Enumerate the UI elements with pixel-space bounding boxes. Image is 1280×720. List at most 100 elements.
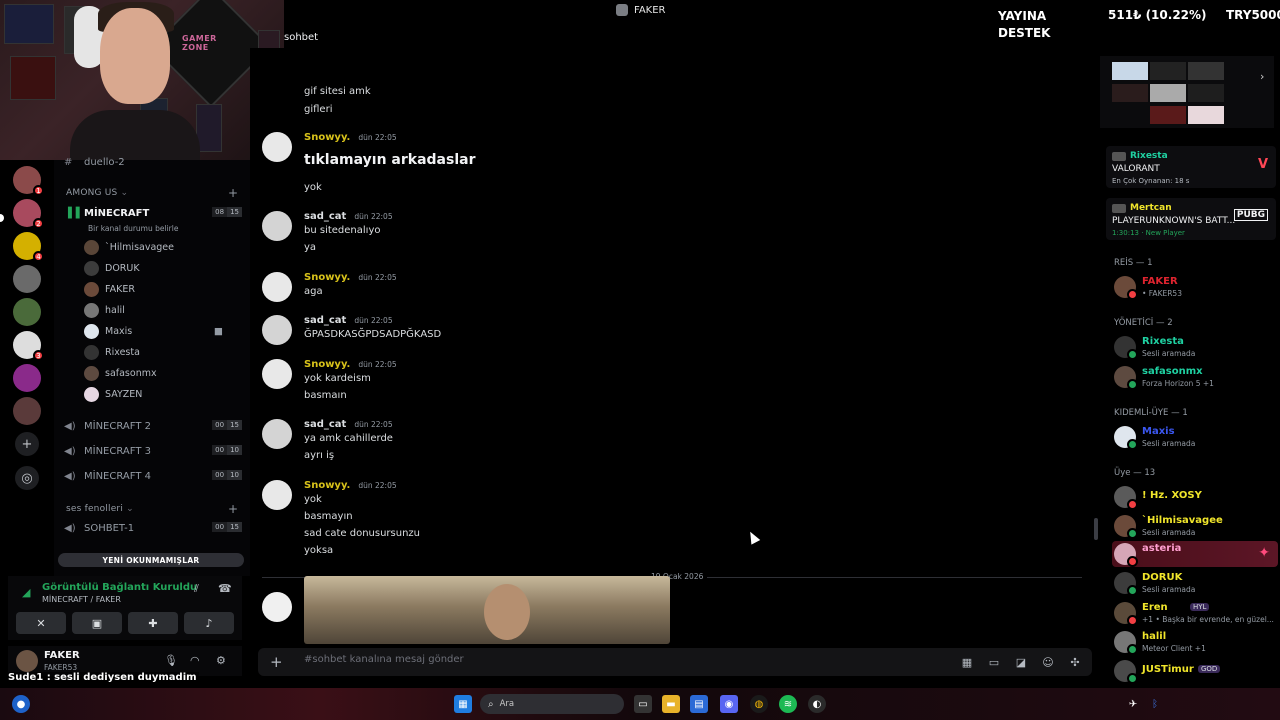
member-item[interactable]: Eren HYL +1 • Başka bir evrende, en güze…: [1112, 600, 1278, 626]
gear-icon[interactable]: ⚙: [216, 654, 226, 667]
voice-channel-minecraft-4[interactable]: ◀) MİNECRAFT 4 00 10: [64, 466, 242, 486]
voice-channel-sohbet-1[interactable]: ◀) SOHBET-1 00 15: [64, 518, 242, 538]
bluetooth-icon[interactable]: ᛒ: [1146, 695, 1164, 713]
member-item[interactable]: ! Hz. XOSY: [1112, 484, 1278, 510]
gift-icon[interactable]: ▦: [960, 655, 974, 669]
thumbnail[interactable]: [1150, 62, 1186, 80]
activity-card[interactable]: Rixesta VALORANT En Çok Oynanan: 18 s V: [1106, 146, 1276, 188]
voice-user[interactable]: safasonmx: [84, 366, 157, 381]
voice-user[interactable]: Rixesta: [84, 345, 140, 360]
avatar[interactable]: [262, 419, 292, 449]
thumbnail[interactable]: [1112, 62, 1148, 80]
message-input[interactable]: [304, 654, 904, 665]
chrome-icon[interactable]: ◍: [750, 695, 768, 713]
voice-status[interactable]: Görüntülü Bağlantı Kuruldu: [42, 582, 197, 593]
voice-channel-minecraft-3[interactable]: ◀) MİNECRAFT 3 00 10: [64, 441, 242, 461]
message-author[interactable]: Snowyy.: [304, 272, 350, 283]
add-attachment-icon[interactable]: +: [270, 653, 283, 671]
thumbnail[interactable]: [1112, 84, 1148, 102]
member-item[interactable]: asteria ✦: [1112, 541, 1278, 567]
member-item[interactable]: halil Meteor Client +1: [1112, 629, 1278, 655]
file-explorer-icon[interactable]: ▬: [662, 695, 680, 713]
member-item[interactable]: safasonmx Forza Horizon 5 +1: [1112, 364, 1278, 390]
store-icon[interactable]: ▤: [690, 695, 708, 713]
voice-user[interactable]: SAYZEN: [84, 387, 142, 402]
message-author[interactable]: Snowyy.: [304, 480, 350, 491]
spotify-icon[interactable]: ≋: [779, 695, 797, 713]
voice-user[interactable]: Maxis ■: [84, 324, 223, 339]
add-server-icon[interactable]: +: [15, 432, 39, 456]
server-icon[interactable]: 2: [13, 199, 44, 229]
channel-status[interactable]: Bir kanal durumu belirle: [88, 224, 178, 233]
activity-card[interactable]: Mertcan PLAYERUNKNOWN'S BATT... 1:30:13 …: [1106, 198, 1276, 240]
stream-thumbnails[interactable]: ›: [1094, 56, 1274, 128]
screen-share-button[interactable]: ▣: [72, 612, 122, 634]
avatar[interactable]: [262, 132, 292, 162]
gif-icon[interactable]: ▭: [987, 655, 1001, 669]
start-icon[interactable]: ▦: [454, 695, 472, 713]
avatar[interactable]: [262, 592, 292, 622]
sticker-icon[interactable]: ◪: [1014, 655, 1028, 669]
activities-button[interactable]: ✚: [128, 612, 178, 634]
server-icon[interactable]: 1: [13, 166, 44, 196]
taskbar-search[interactable]: ⌕ Ara: [480, 694, 624, 714]
server-icon[interactable]: 3: [13, 331, 44, 361]
add-channel-icon[interactable]: +: [228, 186, 238, 200]
headphones-icon[interactable]: ◠: [190, 654, 200, 667]
disconnect-icon[interactable]: ☎: [218, 582, 232, 595]
avatar[interactable]: [262, 315, 292, 345]
scrollbar-thumb[interactable]: [1094, 518, 1098, 540]
message-author[interactable]: sad_cat: [304, 315, 346, 326]
server-icon[interactable]: [13, 364, 41, 392]
voice-user[interactable]: halil: [84, 303, 125, 318]
task-view-icon[interactable]: ▭: [634, 695, 652, 713]
thumbnail[interactable]: [1188, 62, 1224, 80]
noise-suppression-icon[interactable]: ⫽: [194, 582, 199, 596]
thumbnail[interactable]: [1150, 84, 1186, 102]
member-item[interactable]: Rixesta Sesli aramada: [1112, 334, 1278, 360]
member-item[interactable]: `Hilmisavagee Sesli aramada: [1112, 513, 1278, 539]
discord-icon[interactable]: ◉: [720, 695, 738, 713]
signal-icon[interactable]: ◢: [22, 586, 30, 599]
voice-user[interactable]: FAKER: [84, 282, 135, 297]
weather-icon[interactable]: ●: [12, 695, 30, 713]
channel-duello-2[interactable]: # duello-2: [64, 152, 242, 172]
server-icon[interactable]: [13, 298, 41, 326]
soundboard-button[interactable]: ♪: [184, 612, 234, 634]
microphone-icon[interactable]: 🎙: [164, 654, 178, 667]
avatar[interactable]: [262, 272, 292, 302]
add-channel-icon[interactable]: +: [228, 502, 238, 516]
member-item[interactable]: JUSTimur GOD: [1112, 658, 1278, 684]
avatar[interactable]: [262, 480, 292, 510]
avatar[interactable]: [262, 211, 292, 241]
server-icon[interactable]: 4: [13, 232, 44, 262]
discover-icon[interactable]: ◎: [15, 466, 39, 490]
voice-user[interactable]: DORUK: [84, 261, 140, 276]
thumbnail[interactable]: [1188, 84, 1224, 102]
voice-channel-minecraft-2[interactable]: ◀) MİNECRAFT 2 00 15: [64, 416, 242, 436]
voice-user[interactable]: `Hilmisavagee: [84, 240, 174, 255]
message-author[interactable]: sad_cat: [304, 419, 346, 430]
category-among-us[interactable]: AMONG US ⌄ +: [66, 186, 238, 200]
message-author[interactable]: Snowyy.: [304, 132, 350, 143]
avatar[interactable]: [262, 359, 292, 389]
category-ses-fenolleri[interactable]: ses fenolleri ⌄ +: [66, 502, 238, 516]
network-icon[interactable]: ✈: [1124, 695, 1142, 713]
member-item[interactable]: FAKER • FAKER53: [1112, 274, 1278, 300]
server-icon[interactable]: [13, 265, 41, 293]
camera-off-button[interactable]: ✕: [16, 612, 66, 634]
new-unreads-button[interactable]: YENİ OKUNMAMIŞLAR: [58, 553, 244, 567]
obs-icon[interactable]: ◐: [808, 695, 826, 713]
thumbnail[interactable]: [1188, 106, 1224, 124]
avatar[interactable]: [16, 650, 38, 672]
apps-icon[interactable]: ✣: [1068, 655, 1082, 669]
message-author[interactable]: sad_cat: [304, 211, 346, 222]
voice-location[interactable]: MİNECRAFT / FAKER: [42, 595, 121, 604]
server-icon[interactable]: [13, 397, 41, 425]
message-author[interactable]: Snowyy.: [304, 359, 350, 370]
member-item[interactable]: Maxis Sesli aramada: [1112, 424, 1278, 450]
chevron-right-icon[interactable]: ›: [1260, 70, 1264, 83]
emoji-icon[interactable]: ☺: [1041, 655, 1055, 669]
image-attachment[interactable]: [304, 576, 670, 644]
member-item[interactable]: DORUK Sesli aramada: [1112, 570, 1278, 596]
